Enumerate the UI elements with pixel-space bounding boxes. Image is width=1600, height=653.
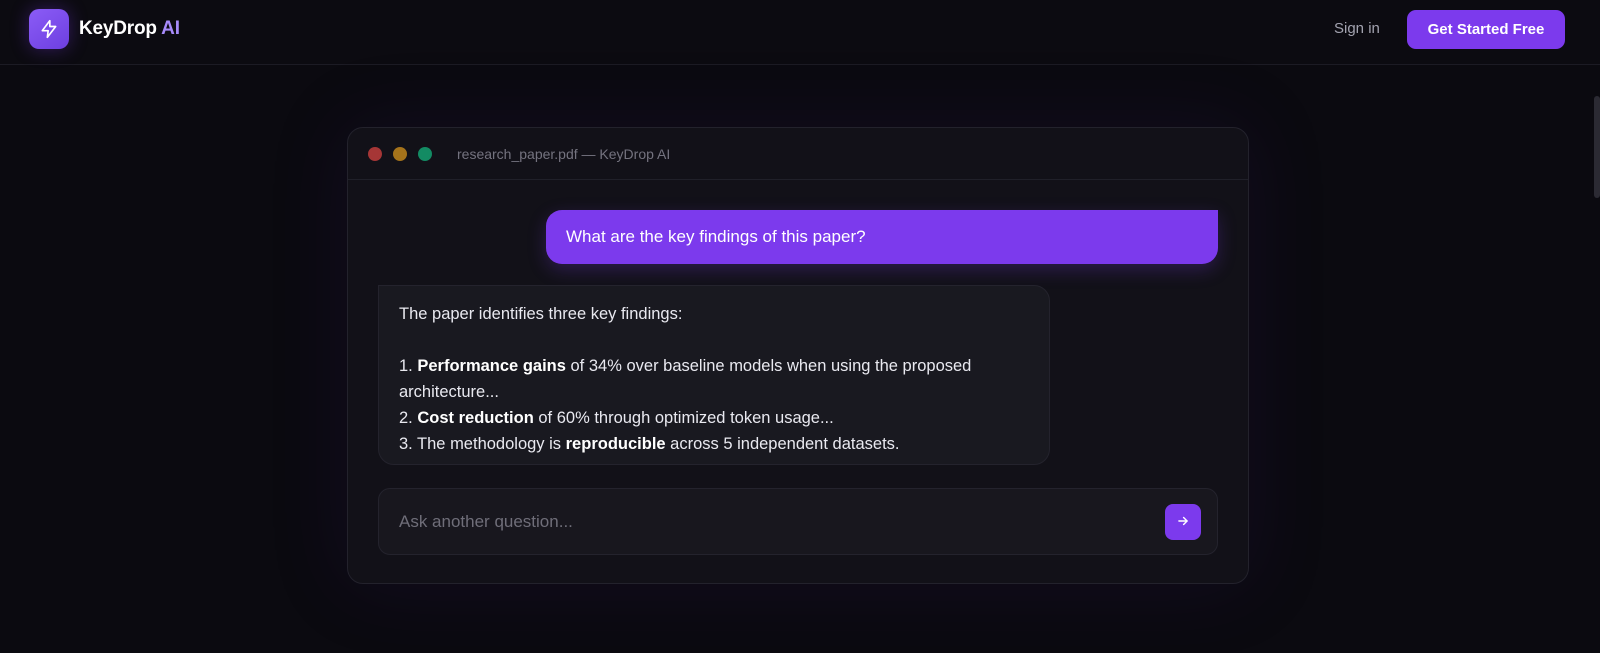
sign-in-link[interactable]: Sign in	[1334, 20, 1380, 37]
scrollbar-thumb[interactable]	[1594, 96, 1600, 198]
question-input[interactable]	[399, 509, 1139, 535]
finding-item-3: 3. The methodology is reproducible acros…	[399, 435, 900, 453]
user-message-bubble: What are the key findings of this paper?	[546, 210, 1218, 264]
finding-item-2: 2. Cost reduction of 60% through optimiz…	[399, 409, 834, 427]
finding-item-1: 1. Performance gains of 34% over baselin…	[399, 357, 972, 401]
question-composer	[378, 488, 1218, 555]
brand-logo[interactable]: KeyDrop AI	[29, 9, 180, 49]
window-maximize-dot	[418, 146, 432, 161]
top-navbar: KeyDrop AI Sign in Get Started Free	[0, 0, 1600, 65]
lightning-bolt-icon	[29, 9, 69, 49]
get-started-button[interactable]: Get Started Free	[1407, 10, 1565, 49]
assistant-message-bubble: The paper identifies three key findings:…	[378, 285, 1050, 465]
user-message-text: What are the key findings of this paper?	[566, 227, 866, 246]
chat-demo-window: research_paper.pdf — KeyDrop AI What are…	[347, 127, 1249, 584]
brand-name: KeyDrop AI	[79, 18, 180, 39]
send-button[interactable]	[1165, 504, 1201, 540]
window-minimize-dot	[393, 146, 407, 161]
window-title: research_paper.pdf — KeyDrop AI	[457, 145, 671, 162]
assistant-intro: The paper identifies three key findings:	[399, 305, 683, 323]
arrow-right-icon	[1176, 514, 1190, 531]
window-close-dot	[368, 146, 382, 161]
window-titlebar: research_paper.pdf — KeyDrop AI	[348, 128, 1248, 180]
